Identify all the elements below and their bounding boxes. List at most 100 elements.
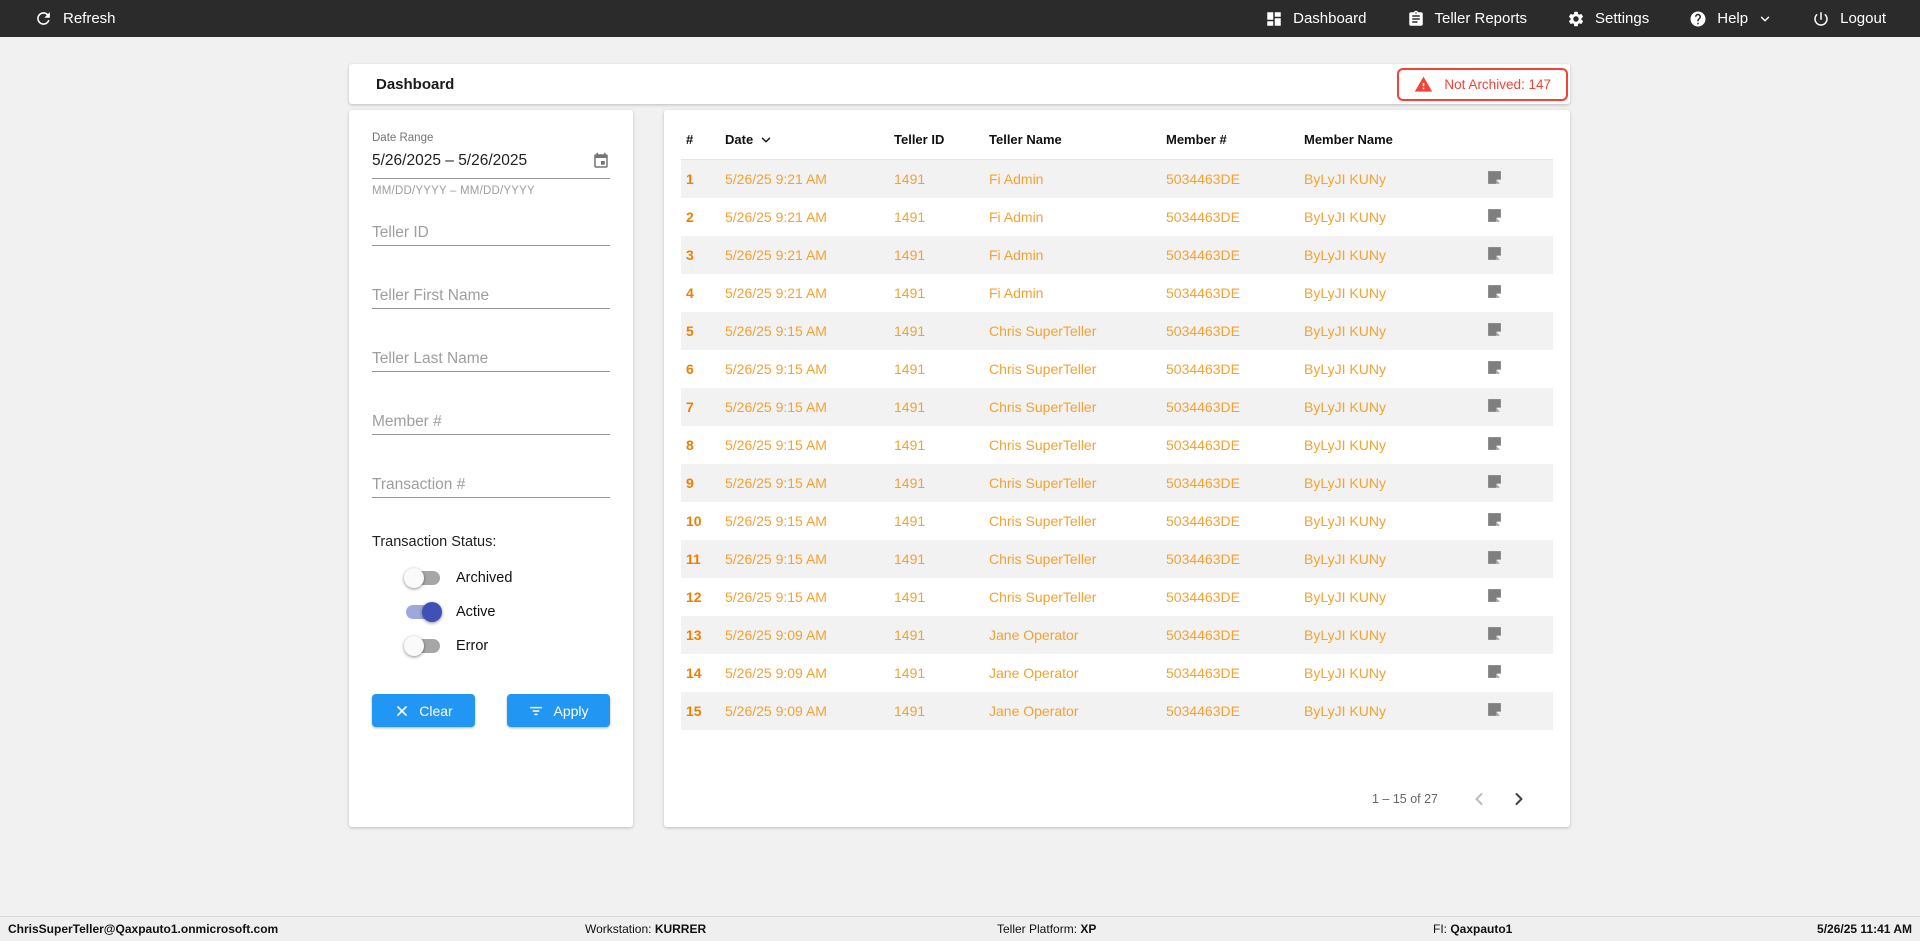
note-button[interactable] <box>1481 283 1553 303</box>
transaction-status-toggles: Archived Active Error <box>372 566 610 658</box>
cell-member-name: ByLyJI KUNy <box>1304 171 1386 187</box>
nav-item-teller-reports[interactable]: Teller Reports <box>1407 10 1527 28</box>
note-icon <box>1486 207 1503 224</box>
archived-toggle[interactable] <box>404 568 442 588</box>
teller-platform-value: XP <box>1080 922 1097 936</box>
column-header-teller-id[interactable]: Teller ID <box>889 132 984 147</box>
nav-item-help[interactable]: Help <box>1689 10 1772 28</box>
table-row[interactable]: 15 5/26/25 9:09 AM 1491 Jane Operator 503446… <box>681 692 1553 730</box>
refresh-button[interactable]: Refresh <box>34 9 116 28</box>
note-icon <box>1486 511 1503 528</box>
table-row[interactable]: 6 5/26/25 9:15 AM 1491 Chris SuperTeller 503… <box>681 350 1553 388</box>
calendar-icon[interactable] <box>592 152 610 170</box>
table-row[interactable]: 3 5/26/25 9:21 AM 1491 Fi Admin 5034463DE ByL… <box>681 236 1553 274</box>
note-button[interactable] <box>1481 511 1553 531</box>
note-button[interactable] <box>1481 625 1553 645</box>
apply-button[interactable]: Apply <box>507 694 610 727</box>
teller-id-field[interactable] <box>372 221 610 246</box>
nav-item-dashboard[interactable]: Dashboard <box>1265 10 1367 28</box>
cell-teller-id: 1491 <box>894 209 926 225</box>
cell-member-number: 5034463DE <box>1166 551 1240 567</box>
note-button[interactable] <box>1481 587 1553 607</box>
top-nav-right: Dashboard Teller Reports Settings Help Logou… <box>1265 10 1886 28</box>
note-button[interactable] <box>1481 549 1553 569</box>
column-header-teller-name[interactable]: Teller Name <box>984 132 1161 147</box>
nav-item-logout[interactable]: Logout <box>1812 10 1886 28</box>
cell-row-number: 5 <box>686 323 694 339</box>
note-button[interactable] <box>1481 701 1553 721</box>
nav-item-settings[interactable]: Settings <box>1567 10 1649 28</box>
table-row[interactable]: 4 5/26/25 9:21 AM 1491 Fi Admin 5034463DE ByL… <box>681 274 1553 312</box>
table-row[interactable]: 10 5/26/25 9:15 AM 1491 Chris SuperTeller 50… <box>681 502 1553 540</box>
cell-teller-id: 1491 <box>894 361 926 377</box>
note-button[interactable] <box>1481 207 1553 227</box>
note-button[interactable] <box>1481 321 1553 341</box>
transaction-number-field[interactable] <box>372 473 610 498</box>
note-icon <box>1486 473 1503 490</box>
table-row[interactable]: 14 5/26/25 9:09 AM 1491 Jane Operator 503446… <box>681 654 1553 692</box>
pagination-label: 1 – 15 of 27 <box>1371 792 1438 806</box>
prev-page-button[interactable] <box>1466 786 1492 812</box>
date-format-hint: MM/DD/YYYY – MM/DD/YYYY <box>372 185 535 197</box>
active-toggle[interactable] <box>404 602 442 622</box>
column-header-date[interactable]: Date <box>720 132 889 147</box>
error-toggle-label: Error <box>456 638 489 654</box>
cell-member-number: 5034463DE <box>1166 323 1240 339</box>
note-button[interactable] <box>1481 245 1553 265</box>
note-button[interactable] <box>1481 473 1553 493</box>
table-row[interactable]: 2 5/26/25 9:21 AM 1491 Fi Admin 5034463DE ByL… <box>681 198 1553 236</box>
note-button[interactable] <box>1481 397 1553 417</box>
cell-member-number: 5034463DE <box>1166 513 1240 529</box>
fi-info: FI: Qaxpauto1 <box>1433 917 1512 941</box>
cell-teller-name: Jane Operator <box>989 665 1079 681</box>
table-row[interactable]: 13 5/26/25 9:09 AM 1491 Jane Operator 503446… <box>681 616 1553 654</box>
power-icon <box>1812 10 1830 28</box>
teller-platform-label: Teller Platform: <box>997 922 1078 936</box>
table-row[interactable]: 7 5/26/25 9:15 AM 1491 Chris SuperTeller 503… <box>681 388 1553 426</box>
cell-member-name: ByLyJI KUNy <box>1304 589 1386 605</box>
cell-row-number: 3 <box>686 247 694 263</box>
table-row[interactable]: 9 5/26/25 9:15 AM 1491 Chris SuperTeller 503… <box>681 464 1553 502</box>
cell-date: 5/26/25 9:21 AM <box>725 209 827 225</box>
column-header-row-number[interactable]: # <box>681 132 720 147</box>
cell-member-number: 5034463DE <box>1166 399 1240 415</box>
cell-member-name: ByLyJI KUNy <box>1304 475 1386 491</box>
note-button[interactable] <box>1481 169 1553 189</box>
note-icon <box>1486 321 1503 338</box>
cell-teller-name: Jane Operator <box>989 703 1079 719</box>
chevron-down-icon <box>1758 12 1772 26</box>
next-page-button[interactable] <box>1506 786 1532 812</box>
cell-teller-id: 1491 <box>894 437 926 453</box>
teller-last-name-field[interactable] <box>372 347 610 372</box>
table-row[interactable]: 11 5/26/25 9:15 AM 1491 Chris SuperTeller 50… <box>681 540 1553 578</box>
cell-row-number: 6 <box>686 361 694 377</box>
cell-member-name: ByLyJI KUNy <box>1304 513 1386 529</box>
cell-teller-name: Fi Admin <box>989 209 1044 225</box>
error-toggle[interactable] <box>404 636 442 656</box>
cell-row-number: 4 <box>686 285 694 301</box>
note-button[interactable] <box>1481 359 1553 379</box>
column-header-member-number[interactable]: Member # <box>1161 132 1299 147</box>
clear-button[interactable]: Clear <box>372 694 475 727</box>
table-row[interactable]: 1 5/26/25 9:21 AM 1491 Fi Admin 5034463DE ByL… <box>681 160 1553 198</box>
teller-first-name-field[interactable] <box>372 284 610 309</box>
date-range-input[interactable]: 5/26/2025 – 5/26/2025 <box>372 149 610 173</box>
top-nav: Refresh Dashboard Teller Reports Settings H… <box>0 0 1920 37</box>
chevron-right-icon <box>1509 789 1529 809</box>
teller-platform-info: Teller Platform: XP <box>997 917 1096 941</box>
column-header-label: Teller Name <box>989 132 1062 147</box>
column-header-member-name[interactable]: Member Name <box>1299 132 1481 147</box>
table-header-row: # Date Teller ID Teller Name Member # Member … <box>681 120 1553 160</box>
note-button[interactable] <box>1481 435 1553 455</box>
cell-teller-name: Chris SuperTeller <box>989 323 1097 339</box>
column-header-label: Date <box>725 132 754 147</box>
note-button[interactable] <box>1481 663 1553 683</box>
member-number-field[interactable] <box>372 410 610 435</box>
not-archived-label: Not Archived: 147 <box>1444 76 1551 92</box>
table-row[interactable]: 5 5/26/25 9:15 AM 1491 Chris SuperTeller 503… <box>681 312 1553 350</box>
table-row[interactable]: 12 5/26/25 9:15 AM 1491 Chris SuperTeller 50… <box>681 578 1553 616</box>
toggle-row-error: Error <box>372 634 610 658</box>
current-datetime: 5/26/25 11:41 AM <box>1817 922 1912 936</box>
table-row[interactable]: 8 5/26/25 9:15 AM 1491 Chris SuperTeller 503… <box>681 426 1553 464</box>
cell-teller-id: 1491 <box>894 551 926 567</box>
